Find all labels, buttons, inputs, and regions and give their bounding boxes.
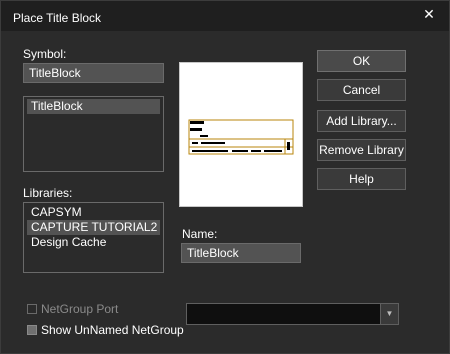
name-label: Name: bbox=[182, 227, 218, 241]
symbol-list[interactable]: TitleBlock bbox=[23, 96, 164, 172]
symbol-list-item[interactable]: TitleBlock bbox=[27, 99, 160, 114]
name-input[interactable]: TitleBlock bbox=[181, 243, 301, 263]
libraries-label: Libraries: bbox=[23, 186, 73, 200]
library-item-capture-tutorial2[interactable]: CAPTURE TUTORIAL2 bbox=[27, 220, 160, 235]
show-unnamed-netgroup-checkbox[interactable] bbox=[27, 325, 37, 335]
libraries-list[interactable]: CAPSYM CAPTURE TUTORIAL2 Design Cache bbox=[23, 202, 164, 273]
add-library-button[interactable]: Add Library... bbox=[317, 110, 406, 132]
chevron-down-icon[interactable]: ▼ bbox=[380, 304, 398, 324]
help-button[interactable]: Help bbox=[317, 168, 406, 190]
remove-library-button[interactable]: Remove Library bbox=[317, 139, 406, 161]
title-block-preview-drawing bbox=[188, 119, 294, 155]
netgroup-port-option[interactable]: NetGroup Port bbox=[27, 302, 118, 316]
netgroup-port-checkbox[interactable] bbox=[27, 304, 37, 314]
close-icon[interactable]: ✕ bbox=[421, 6, 437, 22]
library-item-design-cache[interactable]: Design Cache bbox=[27, 235, 160, 250]
title-bar[interactable]: Place Title Block ✕ bbox=[1, 1, 449, 31]
ok-button[interactable]: OK bbox=[317, 50, 406, 72]
netgroup-port-label: NetGroup Port bbox=[41, 302, 119, 316]
netgroup-combo[interactable]: ▼ bbox=[186, 303, 399, 325]
title-block-preview bbox=[179, 62, 303, 207]
symbol-input[interactable]: TitleBlock bbox=[23, 63, 164, 83]
symbol-label: Symbol: bbox=[23, 47, 67, 61]
library-item-capsym[interactable]: CAPSYM bbox=[27, 205, 160, 220]
place-title-block-dialog: Place Title Block ✕ Symbol: TitleBlock T… bbox=[0, 0, 450, 354]
window-title: Place Title Block bbox=[13, 11, 102, 25]
show-unnamed-netgroup-option[interactable]: Show UnNamed NetGroup bbox=[27, 323, 184, 337]
cancel-button[interactable]: Cancel bbox=[317, 79, 406, 101]
show-unnamed-netgroup-label: Show UnNamed NetGroup bbox=[41, 323, 184, 337]
